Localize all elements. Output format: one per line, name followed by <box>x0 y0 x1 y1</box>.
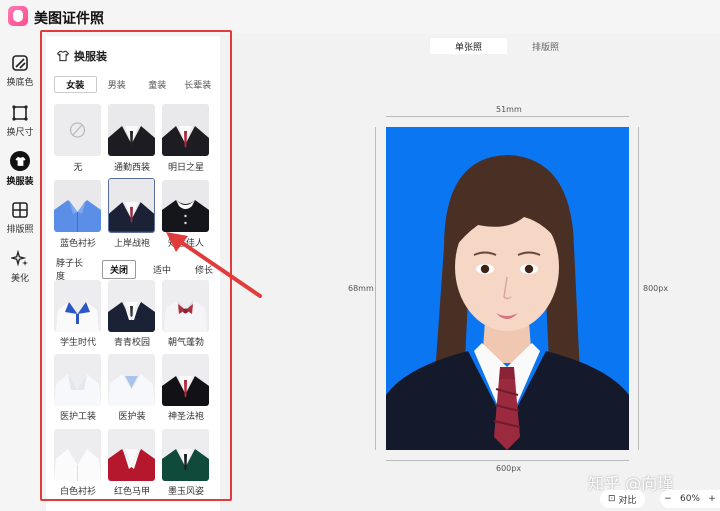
zoom-control: − 60% + <box>660 490 720 508</box>
background-icon <box>12 55 28 71</box>
tab-kids[interactable]: 童装 <box>137 76 178 93</box>
shirt-icon <box>10 151 30 171</box>
outfit-label: 明日之星 <box>167 163 204 173</box>
outfit-tile-none[interactable] <box>54 104 101 156</box>
clothing-category-tabs: 女装 男装 童装 长辈装 <box>54 76 218 93</box>
height-mm-label: 68mm <box>348 284 374 293</box>
outfit-label: 白色衬衫 <box>59 487 96 497</box>
height-px-label: 800px <box>643 284 669 293</box>
portrait-image <box>386 127 629 450</box>
zoom-level: 60% <box>679 494 700 504</box>
compare-button[interactable]: ⊡ 对比 <box>600 490 645 508</box>
outfit-tile[interactable] <box>162 180 209 232</box>
app-logo-icon <box>8 6 28 26</box>
tab-women[interactable]: 女装 <box>54 76 97 93</box>
tab-elders[interactable]: 长辈装 <box>178 76 219 93</box>
outfit-label: 通勤西装 <box>113 163 150 173</box>
outfit-tile[interactable] <box>108 354 155 406</box>
outfit-tile[interactable] <box>162 280 209 332</box>
top-bar: 美图证件照 <box>0 0 720 34</box>
tab-men[interactable]: 男装 <box>97 76 138 93</box>
outfit-label: 医护装 <box>118 412 146 422</box>
sidebar-item-clothing[interactable]: 换服装 <box>0 151 40 195</box>
compare-icon: ⊡ <box>608 494 616 504</box>
width-px-label: 600px <box>496 464 522 473</box>
outfit-tile[interactable] <box>162 429 209 481</box>
outfit-tile[interactable] <box>162 354 209 406</box>
outfit-tile[interactable] <box>54 180 101 232</box>
sparkle-icon <box>11 250 28 267</box>
clothing-panel: 换服装 女装 男装 童装 长辈装 无 通勤西装 明日之星 蓝色衬衫 上岸战袍 知… <box>46 36 220 511</box>
id-photo-preview <box>386 127 629 450</box>
outfit-label: 知性佳人 <box>167 239 204 249</box>
height-px-dimension-line <box>638 127 639 450</box>
outfit-tile[interactable] <box>108 429 155 481</box>
crop-icon <box>12 105 28 121</box>
outfit-tile[interactable] <box>108 104 155 156</box>
neck-length-row: 脖子长度 关闭 适中 修长 <box>56 256 220 282</box>
app-title: 美图证件照 <box>34 11 104 27</box>
neck-option-medium[interactable]: 适中 <box>146 261 178 278</box>
panel-title: 换服装 <box>56 48 107 64</box>
outfit-label: 红色马甲 <box>113 487 150 497</box>
sidebar-item-label: 换服装 <box>6 177 34 187</box>
outfit-label: 医护工装 <box>59 412 96 422</box>
shirt-icon <box>56 50 70 62</box>
sidebar-item-label: 排版照 <box>6 225 34 235</box>
sidebar-item-label: 换尺寸 <box>6 128 34 138</box>
sidebar-item-label: 美化 <box>10 274 29 284</box>
grid-icon <box>12 202 28 218</box>
tab-single-photo[interactable]: 单张照 <box>430 38 507 54</box>
outfit-label: 上岸战袍 <box>113 239 150 249</box>
compare-label: 对比 <box>618 495 637 506</box>
neck-option-long[interactable]: 修长 <box>188 261 220 278</box>
outfit-label: 神圣法袍 <box>167 412 204 422</box>
outfit-label: 无 <box>73 163 83 173</box>
outfit-label: 朝气蓬勃 <box>167 338 204 348</box>
outfit-tile-selected[interactable] <box>108 178 155 233</box>
sidebar-item-label: 换底色 <box>6 78 34 88</box>
tab-layout-photo[interactable]: 排版照 <box>507 38 584 54</box>
outfit-tile[interactable] <box>54 280 101 332</box>
zoom-in-button[interactable]: + <box>708 494 716 504</box>
outfit-tile[interactable] <box>54 354 101 406</box>
outfit-label: 青青校园 <box>113 338 150 348</box>
outfit-tile[interactable] <box>108 280 155 332</box>
sidebar-item-size[interactable]: 换尺寸 <box>0 104 40 148</box>
neck-option-off[interactable]: 关闭 <box>101 259 136 279</box>
outfit-label: 蓝色衬衫 <box>59 239 96 249</box>
width-mm-label: 51mm <box>496 105 522 114</box>
left-sidebar: 换底色 换尺寸 换服装 排版照 美化 <box>0 34 40 511</box>
outfit-tile[interactable] <box>162 104 209 156</box>
height-dimension-line <box>375 127 376 450</box>
width-px-dimension-line <box>386 460 629 461</box>
sidebar-item-layout[interactable]: 排版照 <box>0 201 40 245</box>
zoom-out-button[interactable]: − <box>664 494 672 504</box>
none-icon <box>69 122 86 138</box>
outfit-label: 墨玉风姿 <box>167 487 204 497</box>
sidebar-item-beauty[interactable]: 美化 <box>0 250 40 294</box>
sidebar-item-background[interactable]: 换底色 <box>0 54 40 98</box>
neck-length-label: 脖子长度 <box>56 259 84 282</box>
width-dimension-line <box>386 116 629 117</box>
outfit-tile[interactable] <box>54 429 101 481</box>
outfit-label: 学生时代 <box>59 338 96 348</box>
view-mode-tabs: 单张照 排版照 <box>430 38 584 54</box>
